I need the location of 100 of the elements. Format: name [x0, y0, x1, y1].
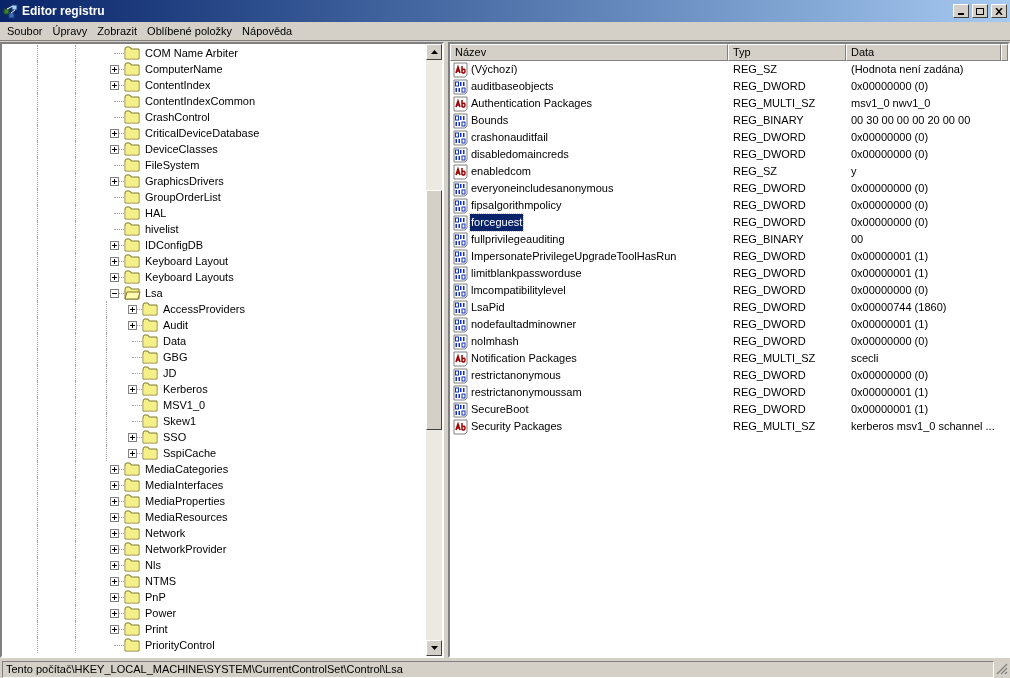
tree-item[interactable]: GBG: [162, 348, 189, 366]
value-name[interactable]: LsaPid: [470, 299, 506, 316]
expand-icon[interactable]: [110, 128, 119, 138]
tree-item[interactable]: Kerberos: [162, 380, 209, 398]
tree-item[interactable]: COM Name Arbiter: [144, 44, 239, 62]
tree-item[interactable]: AccessProviders: [162, 300, 246, 318]
tree-item[interactable]: MediaCategories: [144, 460, 230, 478]
menu-item[interactable]: Nápověda: [237, 22, 298, 40]
expand-icon[interactable]: [110, 608, 119, 618]
expand-icon[interactable]: [110, 480, 119, 490]
tree-item[interactable]: CrashControl: [144, 108, 211, 126]
tree-item[interactable]: NTMS: [144, 572, 178, 590]
value-name[interactable]: Authentication Packages: [470, 95, 594, 112]
tree-item[interactable]: Power: [144, 604, 178, 622]
expand-icon[interactable]: [110, 144, 119, 154]
value-name[interactable]: auditbaseobjects: [470, 78, 555, 95]
tree-item[interactable]: FileSystem: [144, 156, 201, 174]
value-name[interactable]: lmcompatibilitylevel: [470, 282, 567, 299]
tree-item[interactable]: Keyboard Layout: [144, 252, 230, 270]
expand-icon[interactable]: [128, 304, 137, 314]
tree-item[interactable]: Keyboard Layouts: [144, 268, 235, 286]
menu-item[interactable]: Úpravy: [47, 22, 93, 40]
value-name[interactable]: everyoneincludesanonymous: [470, 180, 615, 197]
value-name[interactable]: Security Packages: [470, 418, 564, 435]
expand-icon[interactable]: [110, 576, 119, 586]
value-data: 00: [850, 232, 865, 248]
value-name[interactable]: (Výchozí): [470, 61, 519, 78]
scrollbar[interactable]: [426, 44, 442, 656]
value-name[interactable]: fipsalgorithmpolicy: [470, 197, 563, 214]
tree-item[interactable]: PriorityControl: [144, 636, 216, 654]
tree-item[interactable]: ContentIndex: [144, 76, 212, 94]
maximize-button[interactable]: [972, 4, 988, 18]
value-name[interactable]: restrictanonymoussam: [470, 384, 583, 401]
value-name[interactable]: ImpersonatePrivilegeUpgradeToolHasRun: [470, 248, 678, 265]
expand-icon[interactable]: [110, 176, 119, 186]
expand-icon[interactable]: [110, 256, 119, 266]
tree-item[interactable]: Lsa: [144, 284, 164, 302]
expand-icon[interactable]: [110, 464, 119, 474]
expand-icon[interactable]: [128, 384, 137, 394]
collapse-icon[interactable]: [110, 288, 119, 298]
tree-item[interactable]: Nls: [144, 556, 162, 574]
value-name[interactable]: SecureBoot: [470, 401, 530, 418]
expand-icon[interactable]: [110, 624, 119, 634]
tree-item[interactable]: ContentIndexCommon: [144, 92, 257, 110]
tree-item[interactable]: JD: [162, 364, 178, 382]
expand-icon[interactable]: [128, 320, 137, 330]
resize-grip-icon[interactable]: [996, 663, 1008, 675]
close-button[interactable]: [991, 4, 1007, 18]
expand-icon[interactable]: [110, 240, 119, 250]
tree-item[interactable]: MediaResources: [144, 508, 229, 526]
tree-item[interactable]: hivelist: [144, 220, 180, 238]
menu-item[interactable]: Oblíbené položky: [142, 22, 238, 40]
tree-item[interactable]: SSO: [162, 428, 188, 446]
value-name[interactable]: crashonauditfail: [470, 129, 550, 146]
value-type: REG_DWORD: [732, 249, 807, 265]
value-name[interactable]: nodefaultadminowner: [470, 316, 578, 333]
expand-icon[interactable]: [110, 592, 119, 602]
tree-item[interactable]: Print: [144, 620, 169, 638]
column-header[interactable]: Název: [450, 44, 728, 61]
minimize-button[interactable]: [953, 4, 969, 18]
tree-item[interactable]: GraphicsDrivers: [144, 172, 225, 190]
tree-item[interactable]: Data: [162, 332, 188, 350]
value-name[interactable]: Notification Packages: [470, 350, 578, 367]
column-header[interactable]: Data: [846, 44, 1001, 61]
expand-icon[interactable]: [110, 560, 119, 570]
tree-item[interactable]: PnP: [144, 588, 167, 606]
expand-icon[interactable]: [110, 544, 119, 554]
tree-item[interactable]: NetworkProvider: [144, 540, 228, 558]
menu-item[interactable]: Zobrazit: [92, 22, 143, 40]
expand-icon[interactable]: [110, 80, 119, 90]
value-name[interactable]: disabledomaincreds: [470, 146, 570, 163]
tree-item[interactable]: GroupOrderList: [144, 188, 222, 206]
column-header[interactable]: Typ: [728, 44, 846, 61]
value-name[interactable]: forceguest: [470, 214, 524, 231]
value-name[interactable]: nolmhash: [470, 333, 520, 350]
expand-icon[interactable]: [128, 432, 137, 442]
value-name[interactable]: fullprivilegeauditing: [470, 231, 566, 248]
tree-item[interactable]: SspiCache: [162, 444, 218, 462]
tree-item[interactable]: Audit: [162, 316, 190, 334]
menu-item[interactable]: Soubor: [2, 22, 48, 40]
expand-icon[interactable]: [110, 512, 119, 522]
expand-icon[interactable]: [110, 496, 119, 506]
expand-icon[interactable]: [110, 272, 119, 282]
tree-item[interactable]: HAL: [144, 204, 168, 222]
value-name[interactable]: limitblankpassworduse: [470, 265, 583, 282]
tree-item[interactable]: DeviceClasses: [144, 140, 219, 158]
value-name[interactable]: enabledcom: [470, 163, 532, 180]
value-name[interactable]: Bounds: [470, 112, 510, 129]
tree-item[interactable]: MSV1_0: [162, 396, 207, 414]
value-name[interactable]: restrictanonymous: [470, 367, 562, 384]
tree-item[interactable]: ComputerName: [144, 60, 224, 78]
tree-item[interactable]: MediaInterfaces: [144, 476, 225, 494]
tree-item[interactable]: IDConfigDB: [144, 236, 205, 254]
tree-item[interactable]: MediaProperties: [144, 492, 227, 510]
expand-icon[interactable]: [128, 448, 137, 458]
expand-icon[interactable]: [110, 528, 119, 538]
tree-item[interactable]: Skew1: [162, 412, 198, 430]
tree-item[interactable]: Network: [144, 524, 187, 542]
expand-icon[interactable]: [110, 64, 119, 74]
tree-item[interactable]: CriticalDeviceDatabase: [144, 124, 261, 142]
